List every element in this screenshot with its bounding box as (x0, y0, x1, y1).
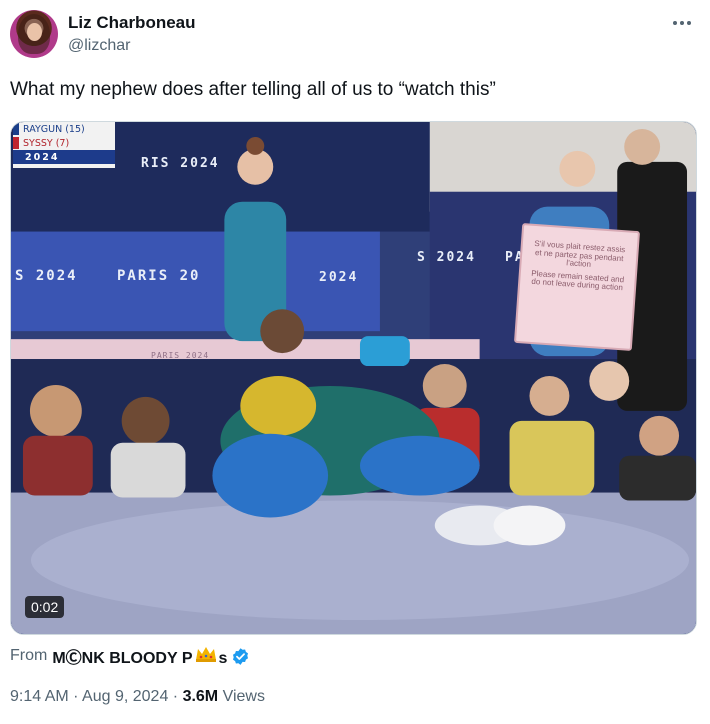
scoreboard-year: 2024 (13, 150, 115, 164)
source-name-part1: MⒸNK BLOODY P (52, 650, 193, 667)
avatar-face (27, 23, 42, 41)
banner-text: PARIS 2024 (151, 351, 210, 360)
banner-text: RIS 2024 (141, 156, 220, 171)
meta-separator: · (68, 688, 83, 705)
more-dot-icon (687, 21, 691, 25)
scoreboard: RAYGUN (15) SYSSY (7) 2024 (13, 122, 115, 168)
scoreboard-player2: SYSSY (7) (23, 137, 70, 149)
crown-emoji-icon (195, 645, 217, 663)
verified-badge-icon (231, 647, 250, 666)
banner-text: 2024 (319, 270, 359, 285)
video-player[interactable]: RAYGUN (15) SYSSY (7) 2024 S 2024 PARIS … (10, 121, 697, 635)
tweet-header: Liz Charboneau @lizchar (10, 10, 700, 60)
score-bar (13, 137, 19, 149)
source-prefix: From (10, 647, 48, 664)
video-frame (11, 122, 696, 634)
banner-text: S 2024 (15, 268, 78, 284)
views-count: 3.6M (182, 688, 219, 705)
more-options-button[interactable] (668, 12, 696, 34)
more-dot-icon (680, 21, 684, 25)
tweet-text: What my nephew does after telling all of… (10, 79, 496, 100)
source-name[interactable]: MⒸNK BLOODY P s (52, 644, 227, 668)
views-label: Views (218, 688, 265, 705)
avatar[interactable] (10, 10, 58, 58)
video-duration: 0:02 (25, 596, 65, 618)
scoreboard-row: RAYGUN (15) (13, 122, 115, 136)
tweet-meta: 9:14 AM · Aug 9, 2024 · 3.6M Views (10, 688, 265, 706)
tweet-date[interactable]: Aug 9, 2024 (82, 688, 168, 705)
sign-text-english: Please remain seated and do not leave du… (531, 268, 625, 293)
source-name-part2: s (218, 650, 228, 667)
meta-separator: · (168, 688, 183, 705)
scoreboard-player1: RAYGUN (15) (23, 123, 85, 135)
scoreboard-row: SYSSY (7) (13, 136, 115, 150)
banner-text: PARIS 20 (117, 268, 201, 284)
author-handle[interactable]: @lizchar (68, 37, 130, 55)
sign-text-french: S'il vous plait restez assis et ne parte… (534, 238, 626, 269)
tweet-time[interactable]: 9:14 AM (10, 688, 69, 705)
stay-seated-sign: S'il vous plait restez assis et ne parte… (513, 223, 641, 351)
source-attribution: From MⒸNK BLOODY P s (10, 644, 250, 668)
score-bar (13, 123, 19, 135)
banner-text: S 2024 (417, 250, 476, 265)
author-name[interactable]: Liz Charboneau (68, 13, 196, 33)
more-dot-icon (673, 21, 677, 25)
